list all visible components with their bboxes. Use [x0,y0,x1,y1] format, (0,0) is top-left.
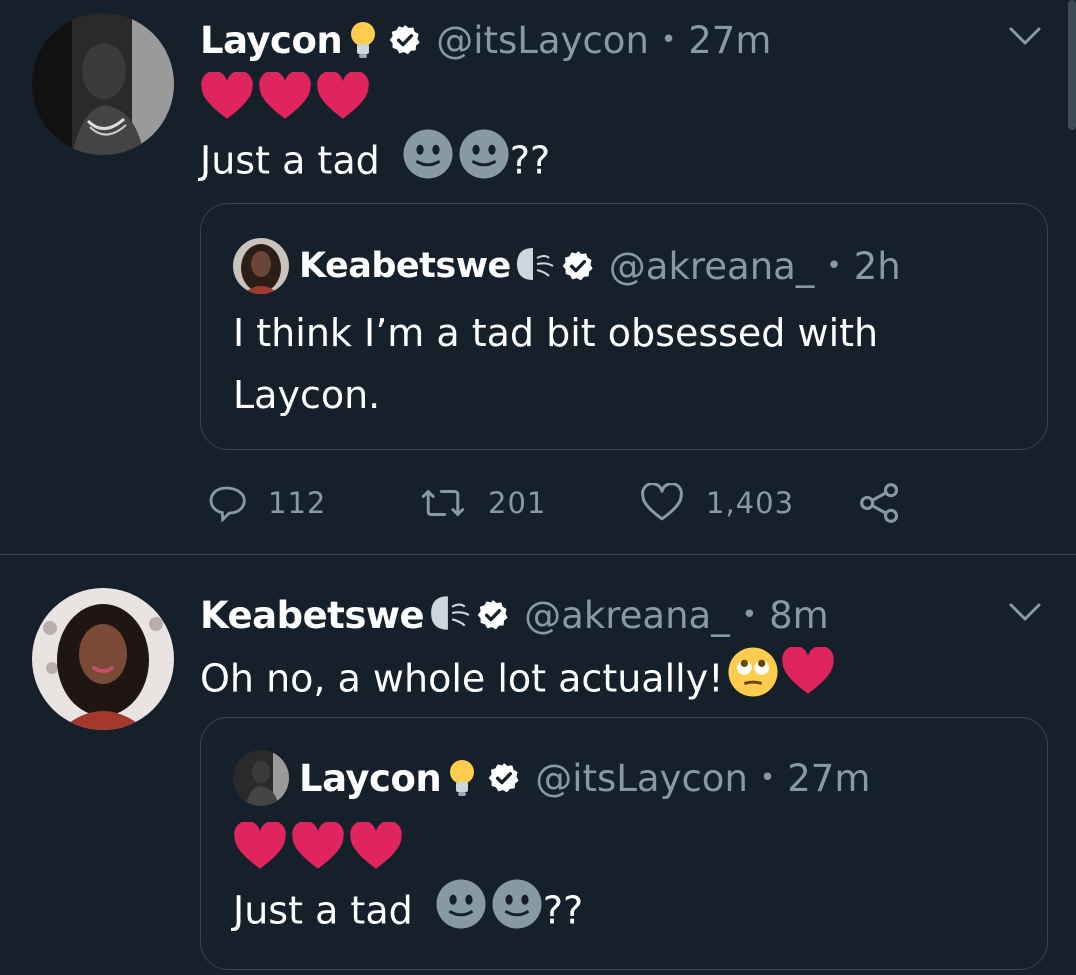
like-count: 1,403 [706,486,795,520]
face-without-mouth-icon [435,878,487,948]
author-handle[interactable]: @itsLaycon [535,757,748,800]
author-name[interactable]: Laycon [299,757,442,800]
tweet-keabetswe[interactable]: Keabetswe @akreana_ • 8m Oh no, a whole … [0,556,1076,975]
separator-dot: • [741,600,758,630]
tweet-laycon[interactable]: Laycon @itsLaycon • 27m Just a tad ?? Ke… [0,0,1076,555]
tweet-header: Laycon @itsLaycon • 27m [200,12,771,68]
separator-dot: • [660,25,677,55]
quoted-text-suffix: ?? [542,888,584,933]
verified-badge-icon [487,761,521,795]
author-name[interactable]: Keabetswe [200,594,425,637]
hearts-emoji [200,70,370,126]
share-button[interactable] [858,478,902,528]
timestamp[interactable]: 8m [769,594,829,637]
reply-count: 112 [268,486,327,520]
share-icon [860,483,899,523]
timestamp[interactable]: 27m [688,19,771,62]
chevron-down-icon[interactable] [1008,600,1042,624]
reply-button[interactable]: 112 [206,478,326,528]
author-name[interactable]: Keabetswe [299,246,511,286]
verified-badge-icon [476,598,510,632]
author-handle[interactable]: @itsLaycon [436,19,649,62]
quoted-text: Just a tad ?? [233,878,583,948]
tweet-text-body: Just a tad [200,138,380,183]
retweet-button[interactable]: 201 [420,478,546,528]
heart-icon [291,820,345,876]
like-button[interactable]: 1,403 [640,478,794,528]
reply-icon [209,486,246,523]
heart-icon [200,70,254,126]
quoted-text: I think I’m a tad bit obsessed with Layc… [233,302,878,426]
avatar[interactable] [32,13,174,155]
heart-icon [781,645,835,715]
lightbulb-icon [447,758,477,798]
avatar[interactable] [233,750,289,806]
tweet-text: Oh no, a whole lot actually! [200,645,835,716]
heart-icon [349,820,403,876]
timestamp[interactable]: 2h [854,245,901,288]
quoted-text-line: Laycon. [233,373,381,417]
separator-dot: • [826,251,842,281]
avatar[interactable] [32,588,174,730]
tweet-text-suffix: ?? [509,138,551,183]
timestamp[interactable]: 27m [787,757,870,800]
heart-icon [316,70,370,126]
rolling-eyes-icon [727,646,779,716]
face-exhaling-icon [513,244,557,288]
separator-dot: • [759,763,776,793]
author-handle[interactable]: @akreana_ [524,594,730,637]
lightbulb-icon [348,20,378,60]
author-handle[interactable]: @akreana_ [609,245,815,288]
retweet-icon [421,490,465,516]
avatar[interactable] [233,238,289,294]
scrollbar[interactable] [1068,0,1076,130]
verified-badge-icon [388,23,422,57]
author-name[interactable]: Laycon [200,19,343,62]
quoted-text-line: I think I’m a tad bit obsessed with [233,311,879,355]
tweet-actions: 112 201 1,403 [200,478,920,528]
heart-icon [233,820,287,876]
like-icon [641,483,683,521]
chevron-down-icon[interactable] [1008,24,1042,48]
face-without-mouth-icon [402,128,454,198]
retweet-count: 201 [488,486,547,520]
face-exhaling-icon [426,592,474,638]
quoted-text-body: Just a tad [233,888,413,933]
tweet-header: Keabetswe @akreana_ • 8m [200,587,829,643]
verified-badge-icon [561,249,595,283]
quoted-tweet[interactable]: Keabetswe @akreana_ • 2h I think I’m a t… [200,203,1048,450]
hearts-emoji [233,820,403,876]
heart-icon [258,70,312,126]
tweet-text-body: Oh no, a whole lot actually! [200,656,724,701]
face-without-mouth-icon [458,128,510,198]
face-without-mouth-icon [491,878,543,948]
quoted-header: Keabetswe @akreana_ • 2h [299,238,901,294]
quoted-header: Laycon @itsLaycon • 27m [299,750,870,806]
tweet-text: Just a tad ?? [200,128,550,198]
quoted-tweet[interactable]: Laycon @itsLaycon • 27m Just a tad ?? [200,717,1048,970]
